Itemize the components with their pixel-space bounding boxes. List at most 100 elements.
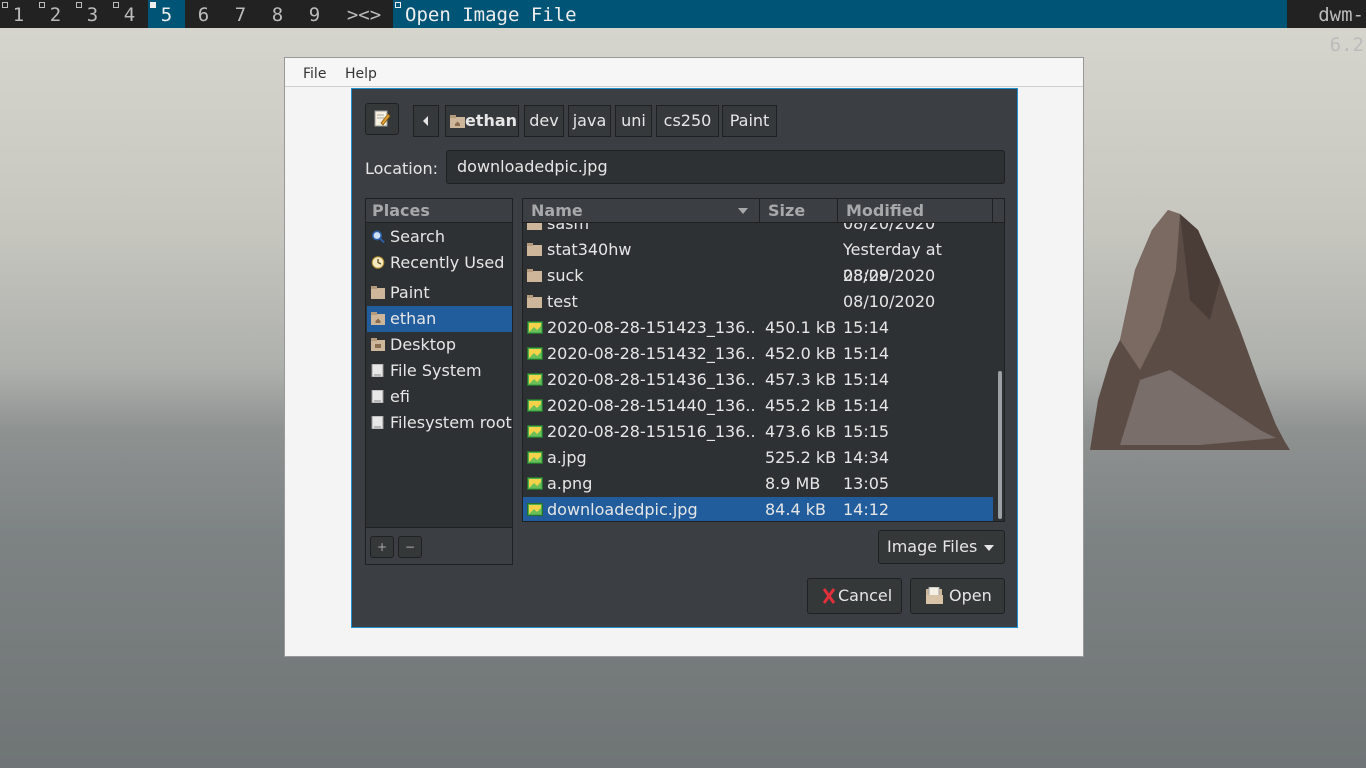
file-row[interactable]: a.png 8.9 MB 13:05: [523, 471, 993, 497]
place-efi[interactable]: efi: [367, 384, 512, 410]
tag-5[interactable]: 5: [148, 0, 185, 28]
open-file-dialog: ethan dev java uni cs250 Paint Location:…: [351, 88, 1018, 628]
recent-icon: [371, 256, 385, 269]
file-list: Name Size Modified sasm 08/20/2020 stat340…: [522, 198, 1005, 522]
file-row[interactable]: downloadedpic.jpg 84.4 kB 14:12: [523, 497, 993, 521]
column-header-name[interactable]: Name: [523, 199, 759, 223]
image-file-icon: [527, 321, 543, 334]
file-size: 452.0 kB: [765, 344, 837, 363]
location-input[interactable]: downloadedpic.jpg: [446, 150, 1005, 184]
file-row[interactable]: suck 08/09/2020: [523, 263, 993, 289]
folder-icon: [527, 269, 542, 282]
path-crumb-label: ethan: [464, 111, 518, 130]
home-folder-icon: [450, 115, 465, 128]
image-file-icon: [527, 373, 543, 386]
edit-location-button[interactable]: [365, 103, 399, 135]
tag-7[interactable]: 7: [222, 0, 259, 28]
file-size: 457.3 kB: [765, 370, 837, 389]
column-header-size[interactable]: Size: [759, 199, 837, 223]
place-filesystem-root[interactable]: Filesystem root: [367, 410, 512, 436]
file-row[interactable]: 2020-08-28-151516_136... 473.6 kB 15:15: [523, 419, 993, 445]
file-row[interactable]: 2020-08-28-151432_136... 452.0 kB 15:14: [523, 341, 993, 367]
place-paint[interactable]: Paint: [367, 280, 512, 306]
file-type-filter[interactable]: Image Files: [878, 530, 1005, 564]
place-ethan[interactable]: ethan: [367, 306, 512, 332]
file-list-scrollbar[interactable]: [996, 225, 1004, 521]
remove-bookmark-button[interactable]: −: [398, 536, 422, 558]
place-label: efi: [390, 387, 410, 406]
file-size: 8.9 MB: [765, 474, 821, 493]
tag-3[interactable]: 3: [74, 0, 111, 28]
tag-indicator: [76, 2, 82, 8]
file-row[interactable]: 2020-08-28-151423_136... 450.1 kB 15:14: [523, 315, 993, 341]
file-name: test: [547, 292, 578, 311]
chevron-down-icon: [984, 545, 994, 551]
file-modified: 15:14: [843, 344, 890, 363]
column-header-filler: [992, 199, 1004, 223]
column-label: Name: [531, 201, 583, 220]
folder-icon: [527, 295, 542, 308]
file-size: 455.2 kB: [765, 396, 837, 415]
file-row[interactable]: 2020-08-28-151440_136... 455.2 kB 15:14: [523, 393, 993, 419]
tag-4[interactable]: 4: [111, 0, 148, 28]
path-crumb-ethan[interactable]: ethan: [445, 105, 519, 137]
tag-1[interactable]: 1: [0, 0, 37, 28]
pencil-icon: [374, 110, 391, 127]
place-label: Filesystem root: [390, 413, 512, 432]
image-file-icon: [527, 399, 543, 412]
place-label: ethan: [390, 309, 437, 328]
file-name: stat340hw: [547, 240, 632, 259]
column-header-modified[interactable]: Modified: [837, 199, 992, 223]
file-modified: 08/20/2020: [843, 223, 936, 233]
file-row[interactable]: test 08/10/2020: [523, 289, 993, 315]
folder-icon: [371, 286, 385, 299]
tag-indicator: [150, 2, 156, 8]
open-label: Open: [949, 586, 992, 605]
place-recently-used[interactable]: Recently Used: [367, 250, 512, 276]
add-bookmark-button[interactable]: +: [370, 536, 394, 558]
file-size: 473.6 kB: [765, 422, 837, 441]
image-file-icon: [527, 347, 543, 360]
path-crumb-dev[interactable]: dev: [524, 105, 564, 137]
tag-8[interactable]: 8: [259, 0, 296, 28]
file-rows: sasm 08/20/2020 stat340hw Yesterday at 23:2…: [523, 223, 993, 521]
layout-symbol[interactable]: ><>: [334, 0, 394, 30]
search-icon: [372, 230, 385, 243]
tag-2[interactable]: 2: [37, 0, 74, 28]
path-crumb-paint[interactable]: Paint: [722, 105, 777, 137]
tag-6[interactable]: 6: [185, 0, 222, 28]
place-label: Recently Used: [390, 253, 505, 272]
file-name: a.png: [547, 474, 593, 493]
menu-help[interactable]: Help: [345, 66, 377, 82]
folder-icon: [527, 223, 542, 230]
place-label: Search: [390, 227, 445, 246]
file-modified: 13:05: [843, 474, 890, 493]
desktop-folder-icon: [371, 338, 385, 351]
cancel-icon: [822, 588, 836, 604]
minus-icon: −: [404, 540, 416, 554]
file-row[interactable]: a.jpg 525.2 kB 14:34: [523, 445, 993, 471]
file-row[interactable]: 2020-08-28-151436_136... 457.3 kB 15:14: [523, 367, 993, 393]
scrollbar-thumb[interactable]: [998, 371, 1002, 519]
path-crumb-cs250[interactable]: cs250: [656, 105, 719, 137]
file-row[interactable]: sasm 08/20/2020: [523, 223, 993, 237]
menu-file[interactable]: File: [303, 66, 326, 82]
file-size: 84.4 kB: [765, 500, 826, 519]
cancel-button[interactable]: Cancel: [807, 578, 902, 614]
place-search[interactable]: Search: [367, 224, 512, 250]
tag-9[interactable]: 9: [296, 0, 333, 28]
plus-icon: +: [376, 540, 388, 554]
place-desktop[interactable]: Desktop: [367, 332, 512, 358]
file-name: 2020-08-28-151423_136...: [547, 318, 757, 337]
file-modified: 15:14: [843, 370, 890, 389]
file-modified: 08/10/2020: [843, 292, 936, 311]
file-size: 525.2 kB: [765, 448, 837, 467]
open-button[interactable]: Open: [910, 578, 1005, 614]
file-name: 2020-08-28-151516_136...: [547, 422, 757, 441]
file-name: 2020-08-28-151436_136...: [547, 370, 757, 389]
file-row[interactable]: stat340hw Yesterday at 23:28: [523, 237, 993, 285]
path-back-button[interactable]: [413, 105, 439, 137]
path-crumb-uni[interactable]: uni: [615, 105, 652, 137]
path-crumb-java[interactable]: java: [568, 105, 611, 137]
place-file-system[interactable]: File System: [367, 358, 512, 384]
